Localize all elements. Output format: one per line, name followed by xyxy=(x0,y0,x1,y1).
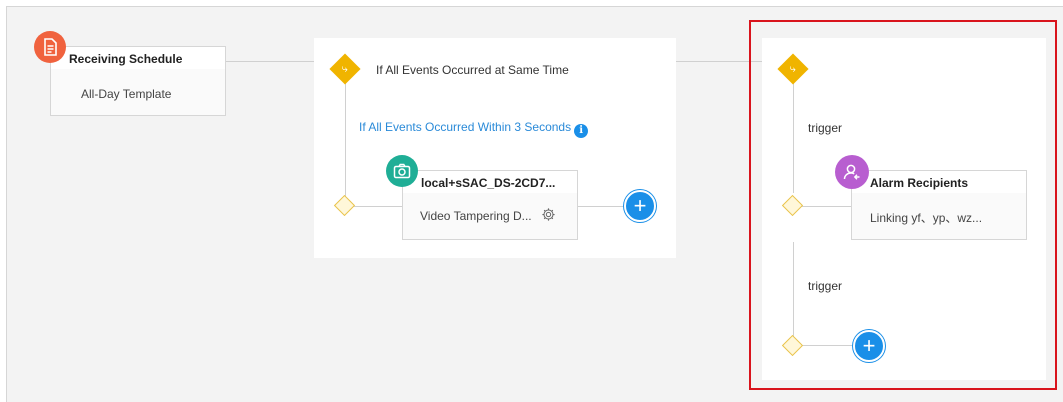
alarm-recipients-card[interactable]: Alarm Recipients Linking yf、yp、wz... xyxy=(851,170,1027,240)
add-action-button[interactable]: + xyxy=(853,330,885,362)
event-source-body: Video Tampering D... xyxy=(403,193,577,223)
connector-line xyxy=(801,206,851,207)
event-source-card[interactable]: local+sSAC_DS-2CD7... Video Tampering D.… xyxy=(402,170,578,240)
within-seconds-text[interactable]: If All Events Occurred Within 3 Seconds xyxy=(359,120,571,134)
trigger-label: trigger xyxy=(808,121,843,135)
branch-line xyxy=(793,78,794,193)
branch-line xyxy=(345,78,346,198)
add-event-button[interactable]: + xyxy=(624,190,656,222)
recipients-linking: Linking yf、yp、wz... xyxy=(870,211,983,225)
gear-icon[interactable] xyxy=(541,207,556,225)
user-icon xyxy=(835,155,869,189)
info-icon[interactable]: i xyxy=(574,124,589,138)
receiving-schedule-card[interactable]: Receiving Schedule All-Day Template xyxy=(50,46,226,116)
within-seconds-link[interactable]: If All Events Occurred Within 3 Seconds i xyxy=(359,120,589,138)
event-source-title: local+sSAC_DS-2CD7... xyxy=(403,171,577,193)
connector-line xyxy=(226,61,314,62)
document-icon xyxy=(34,31,66,63)
schedule-title: Receiving Schedule xyxy=(51,47,225,69)
trigger-label: trigger xyxy=(808,279,843,293)
recipients-title: Alarm Recipients xyxy=(852,171,1026,193)
connector-line xyxy=(352,206,402,207)
event-type: Video Tampering D... xyxy=(420,209,532,223)
connector-line xyxy=(801,345,853,346)
branch-line xyxy=(793,242,794,337)
camera-icon xyxy=(386,155,418,187)
condition-mode-label: If All Events Occurred at Same Time xyxy=(376,63,569,77)
connector-line xyxy=(578,206,624,207)
schedule-template: All-Day Template xyxy=(81,87,172,101)
